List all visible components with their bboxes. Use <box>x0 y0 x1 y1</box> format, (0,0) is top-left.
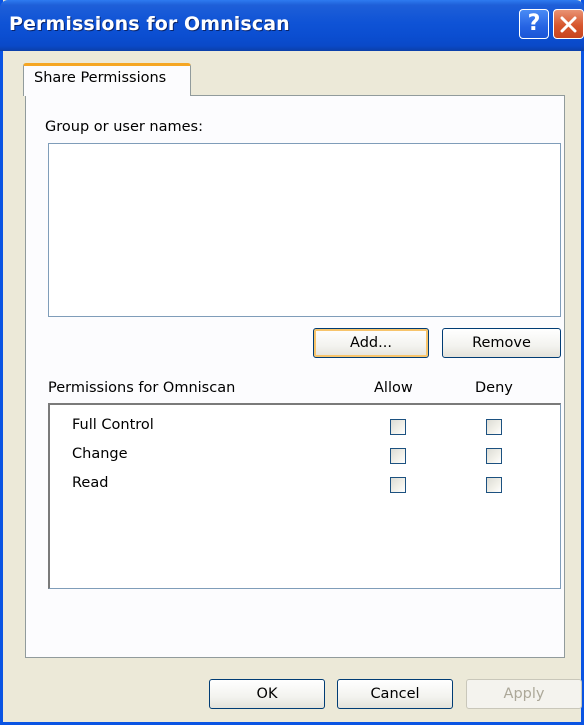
tab-share-permissions[interactable]: Share Permissions <box>23 63 191 96</box>
full-control-allow-checkbox[interactable] <box>390 419 406 435</box>
apply-button[interactable]: Apply <box>466 679 582 709</box>
help-button[interactable]: ? <box>519 9 549 39</box>
close-button[interactable] <box>553 9 584 39</box>
window-title: Permissions for Omniscan <box>9 13 290 35</box>
cancel-button[interactable]: Cancel <box>337 679 453 709</box>
allow-column-header: Allow <box>374 380 413 396</box>
group-or-user-names-label: Group or user names: <box>45 119 203 135</box>
add-button[interactable]: Add... <box>313 328 429 358</box>
deny-column-header: Deny <box>475 380 513 396</box>
change-allow-checkbox[interactable] <box>390 448 406 464</box>
group-or-user-names-list[interactable] <box>48 143 561 317</box>
read-deny-checkbox[interactable] <box>486 477 502 493</box>
tab-label: Share Permissions <box>34 70 167 86</box>
permission-label-change: Change <box>72 446 128 462</box>
permission-label-read: Read <box>72 475 109 491</box>
remove-button[interactable]: Remove <box>442 328 561 358</box>
permissions-header-label: Permissions for Omniscan <box>48 380 236 396</box>
title-bar[interactable]: Permissions for Omniscan ? <box>0 0 584 51</box>
permissions-list[interactable]: Full Control Change Read <box>48 403 561 589</box>
full-control-deny-checkbox[interactable] <box>486 419 502 435</box>
permissions-dialog: Permissions for Omniscan ? Share Permiss… <box>0 0 584 725</box>
change-deny-checkbox[interactable] <box>486 448 502 464</box>
close-icon <box>560 16 577 33</box>
read-allow-checkbox[interactable] <box>390 477 406 493</box>
permission-label-full-control: Full Control <box>72 417 154 433</box>
ok-button[interactable]: OK <box>209 679 325 709</box>
